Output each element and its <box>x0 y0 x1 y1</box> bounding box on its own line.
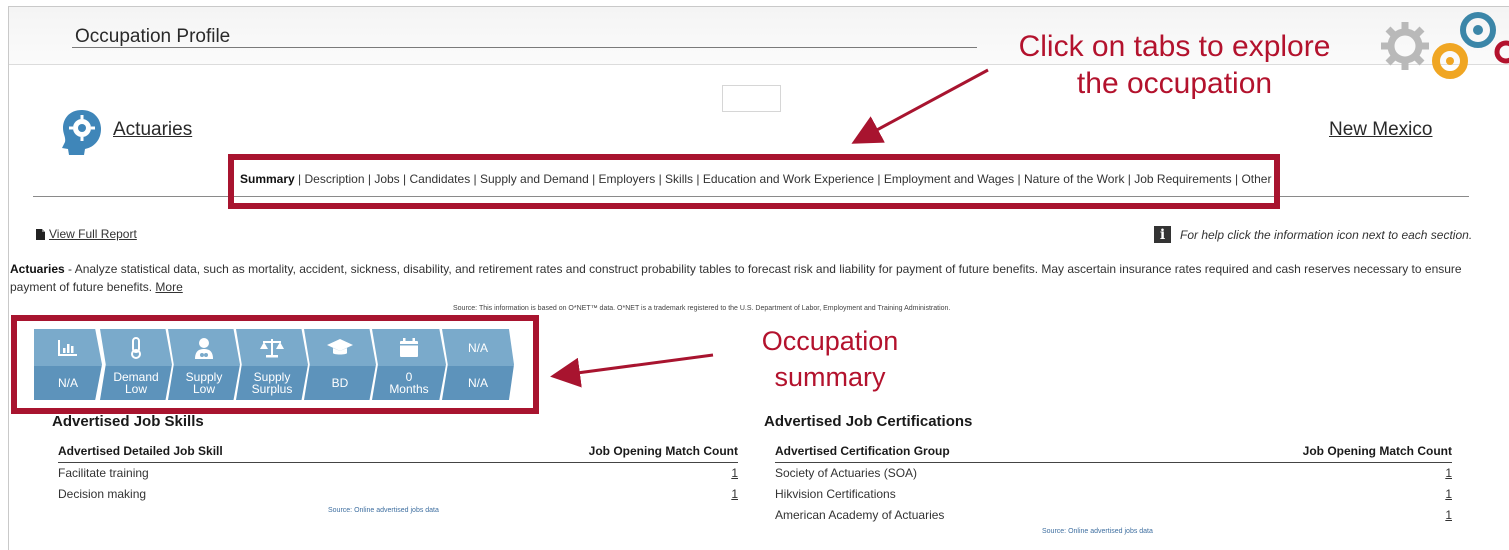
tile-supply-line2: Low <box>192 382 215 396</box>
skills-source-note: Source: Online advertised jobs data <box>328 507 439 514</box>
bar-chart-icon <box>58 339 77 356</box>
table-header-row: Advertised Detailed Job Skill Job Openin… <box>58 443 738 463</box>
summary-annotation-line1: Occupation <box>761 326 899 356</box>
description-text: - Analyze statistical data, such as mort… <box>10 262 1462 294</box>
certifications-section-title: Advertised Job Certifications <box>764 413 973 430</box>
scales-icon <box>260 338 284 357</box>
tile-outlook-value: N/A <box>57 376 78 390</box>
certs-col-count: Job Opening Match Count <box>1140 443 1452 463</box>
certifications-source-note: Source: Online advertised jobs data <box>1042 528 1153 535</box>
summary-annotation: Occupation summary <box>740 323 920 396</box>
cert-count-link[interactable]: 1 <box>1140 504 1452 525</box>
table-row: Society of Actuaries (SOA) 1 <box>775 462 1452 483</box>
skill-count-link[interactable]: 1 <box>415 483 738 504</box>
calendar-icon <box>400 337 418 357</box>
state-link[interactable]: New Mexico <box>1329 119 1432 141</box>
view-full-report-label: View Full Report <box>49 227 137 241</box>
cert-name: Hikvision Certifications <box>775 486 896 501</box>
skill-count-link[interactable]: 1 <box>415 462 738 483</box>
certifications-table: Advertised Certification Group Job Openi… <box>775 443 1452 525</box>
skill-name: Facilitate training <box>58 465 149 480</box>
certs-col-name: Advertised Certification Group <box>775 443 1140 463</box>
table-row: American Academy of Actuaries 1 <box>775 504 1452 525</box>
page-title: Occupation Profile <box>75 26 231 47</box>
tabs-highlight-box <box>228 154 1280 209</box>
table-row: Hikvision Certifications 1 <box>775 483 1452 504</box>
worker-icon <box>195 337 213 359</box>
skills-col-count: Job Opening Match Count <box>414 443 738 463</box>
gears-logo-icon <box>1381 12 1509 79</box>
tile-experience[interactable]: 0 Months <box>372 329 446 400</box>
summary-tiles: N/A Demand Low Supply Low Supply Surplus BD… <box>34 329 514 400</box>
tile-other[interactable]: N/A N/A <box>442 329 514 400</box>
table-header-row: Advertised Certification Group Job Openi… <box>775 443 1452 463</box>
tile-education-value: BD <box>331 376 349 390</box>
more-link[interactable]: More <box>155 280 182 294</box>
tile-demand-line2: Low <box>124 382 147 396</box>
description-title: Actuaries <box>10 262 65 276</box>
tile-other-top: N/A <box>467 340 488 355</box>
document-icon <box>36 228 45 240</box>
cert-count-link[interactable]: 1 <box>1140 462 1452 483</box>
tabs-annotation: Click on tabs to explore the occupation <box>1002 30 1347 100</box>
graduation-cap-icon <box>327 338 353 354</box>
tile-education[interactable]: BD <box>304 329 376 400</box>
blank-box <box>722 85 781 112</box>
head-gear-icon <box>62 110 101 155</box>
view-full-report-link[interactable]: View Full Report <box>36 227 137 241</box>
skills-table: Advertised Detailed Job Skill Job Openin… <box>58 443 738 504</box>
occupation-link[interactable]: Actuaries <box>113 119 192 141</box>
skills-col-name: Advertised Detailed Job Skill <box>58 443 415 463</box>
title-divider <box>72 47 977 48</box>
tile-outlook[interactable]: N/A <box>34 329 102 400</box>
tile-other-value: N/A <box>467 376 488 390</box>
info-icon[interactable]: i <box>1154 226 1171 243</box>
tabs-annotation-line2: the occupation <box>1076 67 1273 100</box>
help-text: For help click the information icon next… <box>1180 227 1473 242</box>
onet-source-note: Source: This information is based on O*N… <box>453 305 951 312</box>
help-note: i For help click the information icon ne… <box>1154 226 1472 243</box>
cert-name: American Academy of Actuaries <box>775 507 945 522</box>
summary-annotation-line2: summary <box>774 362 886 393</box>
tile-supply[interactable]: Supply Low <box>168 329 240 400</box>
table-row: Facilitate training 1 <box>58 462 738 483</box>
tabs-annotation-line1: Click on tabs to explore <box>1018 30 1331 63</box>
tile-supply-status[interactable]: Supply Surplus <box>236 329 308 400</box>
occupation-description: Actuaries - Analyze statistical data, su… <box>10 260 1470 296</box>
cert-name: Society of Actuaries (SOA) <box>775 465 918 480</box>
thermometer-icon <box>131 336 141 359</box>
skills-section-title: Advertised Job Skills <box>52 413 204 430</box>
table-row: Decision making 1 <box>58 483 738 504</box>
tile-supply-status-line2: Surplus <box>251 382 293 396</box>
cert-count-link[interactable]: 1 <box>1140 483 1452 504</box>
tile-experience-line2: Months <box>389 382 429 396</box>
tile-demand[interactable]: Demand Low <box>100 329 172 400</box>
skill-name: Decision making <box>58 486 147 501</box>
